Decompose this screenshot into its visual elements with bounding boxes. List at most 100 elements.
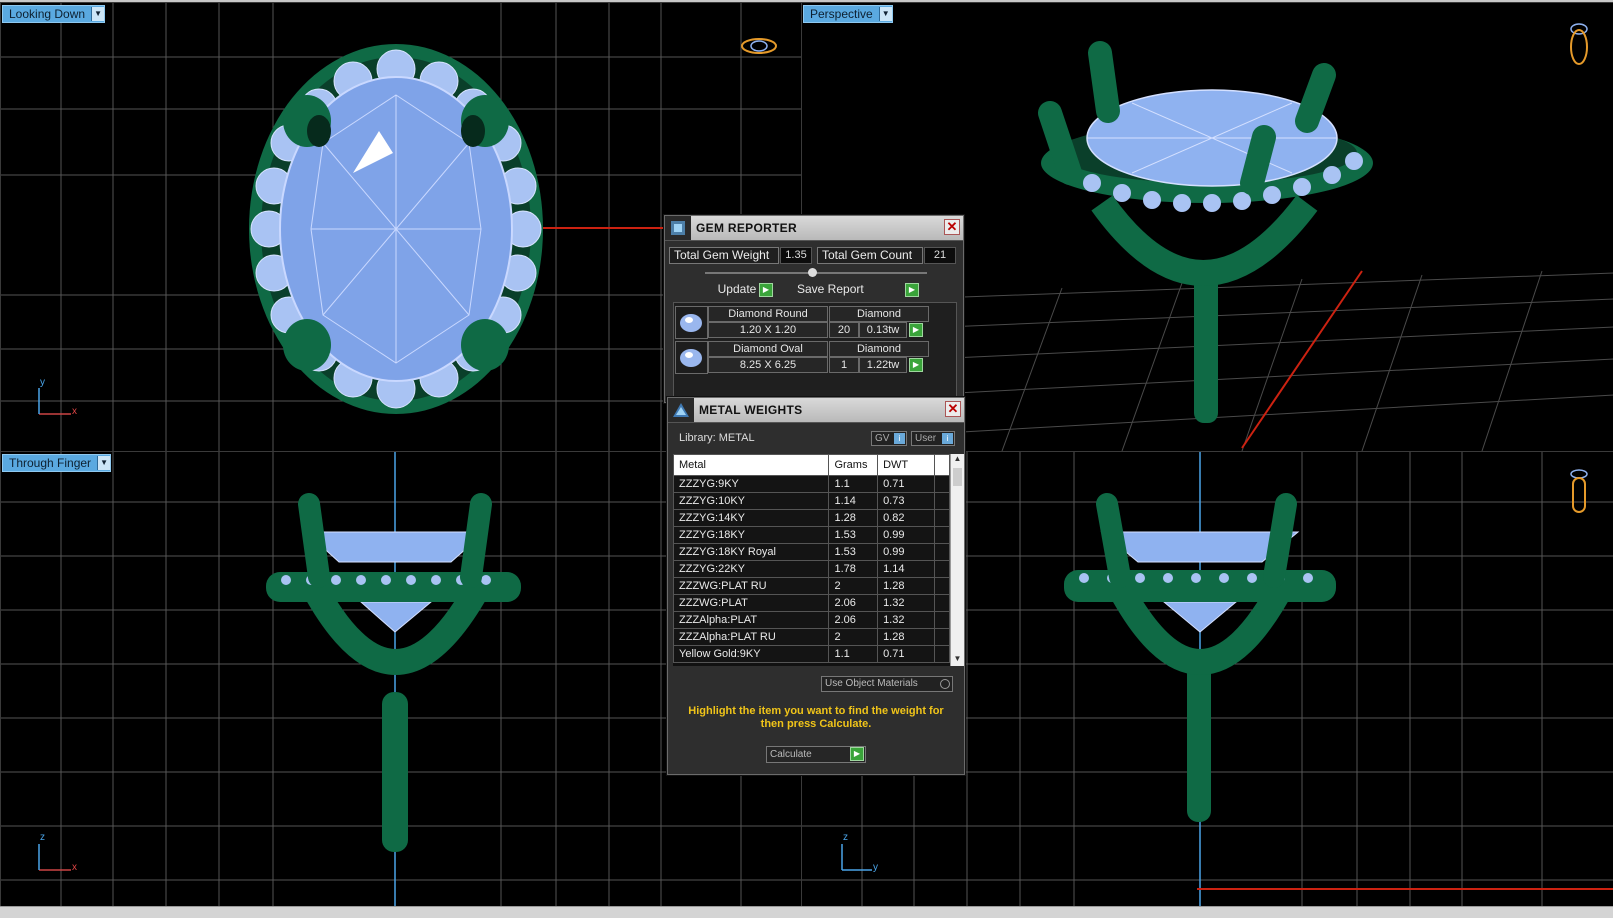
- toggle-off-icon[interactable]: [940, 679, 950, 689]
- gem-row[interactable]: Diamond Round Diamond 1.20 X 1.20 20 0.1…: [674, 306, 934, 340]
- metal-cell-pad: [934, 543, 950, 561]
- metal-table-row[interactable]: ZZZAlpha:PLAT RU 2 1.28: [673, 628, 950, 646]
- metal-table-row[interactable]: ZZZYG:14KY 1.28 0.82: [673, 509, 950, 527]
- gem-row[interactable]: Diamond Oval Diamond 8.25 X 6.25 1 1.22t…: [674, 341, 934, 375]
- save-report-button[interactable]: Save Report: [795, 282, 905, 299]
- metal-table-row[interactable]: Yellow Gold:9KY 1.1 0.71: [673, 645, 950, 663]
- axis-z-label: z: [40, 832, 45, 843]
- gem-reporter-title: GEM REPORTER: [696, 221, 797, 235]
- chevron-down-icon[interactable]: ▼: [91, 7, 105, 21]
- axis-z-label: z: [843, 832, 848, 843]
- metal-cell-grams: 2.06: [828, 594, 879, 612]
- metal-cell-metal: ZZZYG:9KY: [673, 475, 830, 493]
- metal-cell-dwt: 0.99: [877, 543, 936, 561]
- scroll-up-icon[interactable]: ▲: [951, 454, 964, 466]
- metal-cell-grams: 1.78: [828, 560, 879, 578]
- gem-count: 1: [829, 357, 859, 373]
- metal-cell-grams: 2.06: [828, 611, 879, 629]
- metal-cell-pad: [934, 594, 950, 612]
- metal-cell-grams: 1.53: [828, 526, 879, 544]
- info-icon[interactable]: i: [894, 433, 905, 444]
- info-icon[interactable]: i: [942, 433, 953, 444]
- viewport-label-looking-down[interactable]: Looking Down ▼: [2, 5, 106, 23]
- metal-cell-grams: 1.1: [828, 645, 879, 663]
- update-go-icon[interactable]: ▶: [759, 283, 773, 297]
- axis-y-label: y: [40, 377, 45, 388]
- viewport-label-text: Perspective: [810, 7, 873, 21]
- axis-x-label: x: [72, 406, 77, 417]
- scroll-thumb[interactable]: [953, 468, 962, 486]
- metal-weights-icon: [668, 398, 694, 422]
- metal-table-row[interactable]: ZZZYG:9KY 1.1 0.71: [673, 475, 950, 493]
- gem-size: 1.20 X 1.20: [708, 322, 828, 338]
- save-report-go-icon[interactable]: ▶: [905, 283, 919, 297]
- metal-weights-dialog[interactable]: METAL WEIGHTS ✕ Library: METAL GV i User…: [667, 397, 965, 775]
- chevron-down-icon[interactable]: ▼: [878, 7, 892, 21]
- gem-reporter-dialog[interactable]: GEM REPORTER ✕ Total Gem Weight 1.35 Tot…: [664, 215, 964, 403]
- ring-orientation-icon[interactable]: [1564, 17, 1594, 67]
- slider-handle[interactable]: [808, 268, 817, 277]
- metal-cell-dwt: 0.71: [877, 645, 936, 663]
- metal-cell-pad: [934, 611, 950, 629]
- ring-orientation-icon[interactable]: [739, 35, 779, 57]
- metal-cell-pad: [934, 526, 950, 544]
- metal-cell-grams: 2: [828, 577, 879, 595]
- user-toggle[interactable]: User i: [911, 431, 955, 446]
- metal-cell-grams: 1.14: [828, 492, 879, 510]
- metal-table-row[interactable]: ZZZYG:22KY 1.78 1.14: [673, 560, 950, 578]
- close-icon[interactable]: ✕: [945, 401, 961, 417]
- metal-cell-metal: ZZZYG:18KY: [673, 526, 830, 544]
- metal-cell-metal: ZZZWG:PLAT: [673, 594, 830, 612]
- metal-cell-pad: [934, 560, 950, 578]
- metal-cell-metal: ZZZWG:PLAT RU: [673, 577, 830, 595]
- gv-toggle[interactable]: GV i: [871, 431, 907, 446]
- metal-cell-dwt: 0.73: [877, 492, 936, 510]
- metal-cell-metal: ZZZAlpha:PLAT RU: [673, 628, 830, 646]
- column-header-grams[interactable]: Grams: [828, 454, 879, 476]
- total-gem-count-label: Total Gem Count: [817, 247, 923, 264]
- metal-weights-titlebar[interactable]: METAL WEIGHTS ✕: [668, 398, 964, 423]
- calculate-hint: Highlight the item you want to find the …: [688, 705, 944, 730]
- column-header-metal[interactable]: Metal: [673, 454, 830, 476]
- metal-table-row[interactable]: ZZZYG:18KY 1.53 0.99: [673, 526, 950, 544]
- metal-cell-metal: ZZZYG:14KY: [673, 509, 830, 527]
- gem-name: Diamond Oval: [708, 341, 828, 357]
- close-icon[interactable]: ✕: [944, 219, 960, 235]
- gem-material: Diamond: [829, 306, 929, 322]
- metal-cell-metal: Yellow Gold:9KY: [673, 645, 830, 663]
- metal-cell-metal: ZZZAlpha:PLAT: [673, 611, 830, 629]
- metal-table-container[interactable]: Metal Grams DWT ZZZYG:9KY 1.1 0.71 ZZZYG:10…: [673, 454, 950, 666]
- metal-weights-title: METAL WEIGHTS: [699, 403, 803, 417]
- scroll-down-icon[interactable]: ▼: [951, 654, 964, 666]
- gem-reporter-titlebar[interactable]: GEM REPORTER ✕: [665, 216, 963, 241]
- metal-table-scrollbar[interactable]: ▲ ▼: [950, 454, 964, 666]
- metal-table-row[interactable]: ZZZWG:PLAT RU 2 1.28: [673, 577, 950, 595]
- user-label: User: [915, 433, 937, 444]
- gem-go-icon[interactable]: ▶: [909, 358, 923, 372]
- ring-orientation-icon[interactable]: [1564, 464, 1594, 516]
- axis-x-label: x: [72, 862, 77, 873]
- metal-cell-dwt: 1.14: [877, 560, 936, 578]
- gem-go-icon[interactable]: ▶: [909, 323, 923, 337]
- metal-cell-grams: 2: [828, 628, 879, 646]
- column-header-extra: [934, 454, 950, 476]
- metal-cell-metal: ZZZYG:10KY: [673, 492, 830, 510]
- gem-reporter-icon: [665, 216, 691, 240]
- metal-cell-metal: ZZZYG:22KY: [673, 560, 830, 578]
- column-header-dwt[interactable]: DWT: [877, 454, 936, 476]
- metal-table-row[interactable]: ZZZYG:10KY 1.14 0.73: [673, 492, 950, 510]
- metal-table-row[interactable]: ZZZYG:18KY Royal 1.53 0.99: [673, 543, 950, 561]
- gem-name: Diamond Round: [708, 306, 828, 322]
- metal-cell-pad: [934, 645, 950, 663]
- use-object-materials-toggle[interactable]: Use Object Materials: [821, 676, 953, 692]
- chevron-down-icon[interactable]: ▼: [97, 456, 111, 470]
- metal-table-row[interactable]: ZZZAlpha:PLAT 2.06 1.32: [673, 611, 950, 629]
- metal-table-row[interactable]: ZZZWG:PLAT 2.06 1.32: [673, 594, 950, 612]
- metal-cell-dwt: 1.28: [877, 628, 936, 646]
- viewport-label-text: Through Finger: [9, 456, 92, 470]
- diamond-oval-thumbnail: [675, 341, 708, 374]
- calculate-go-icon[interactable]: ▶: [850, 747, 864, 761]
- viewport-label-through-finger[interactable]: Through Finger ▼: [2, 454, 112, 472]
- metal-cell-dwt: 0.99: [877, 526, 936, 544]
- viewport-label-perspective[interactable]: Perspective ▼: [803, 5, 893, 23]
